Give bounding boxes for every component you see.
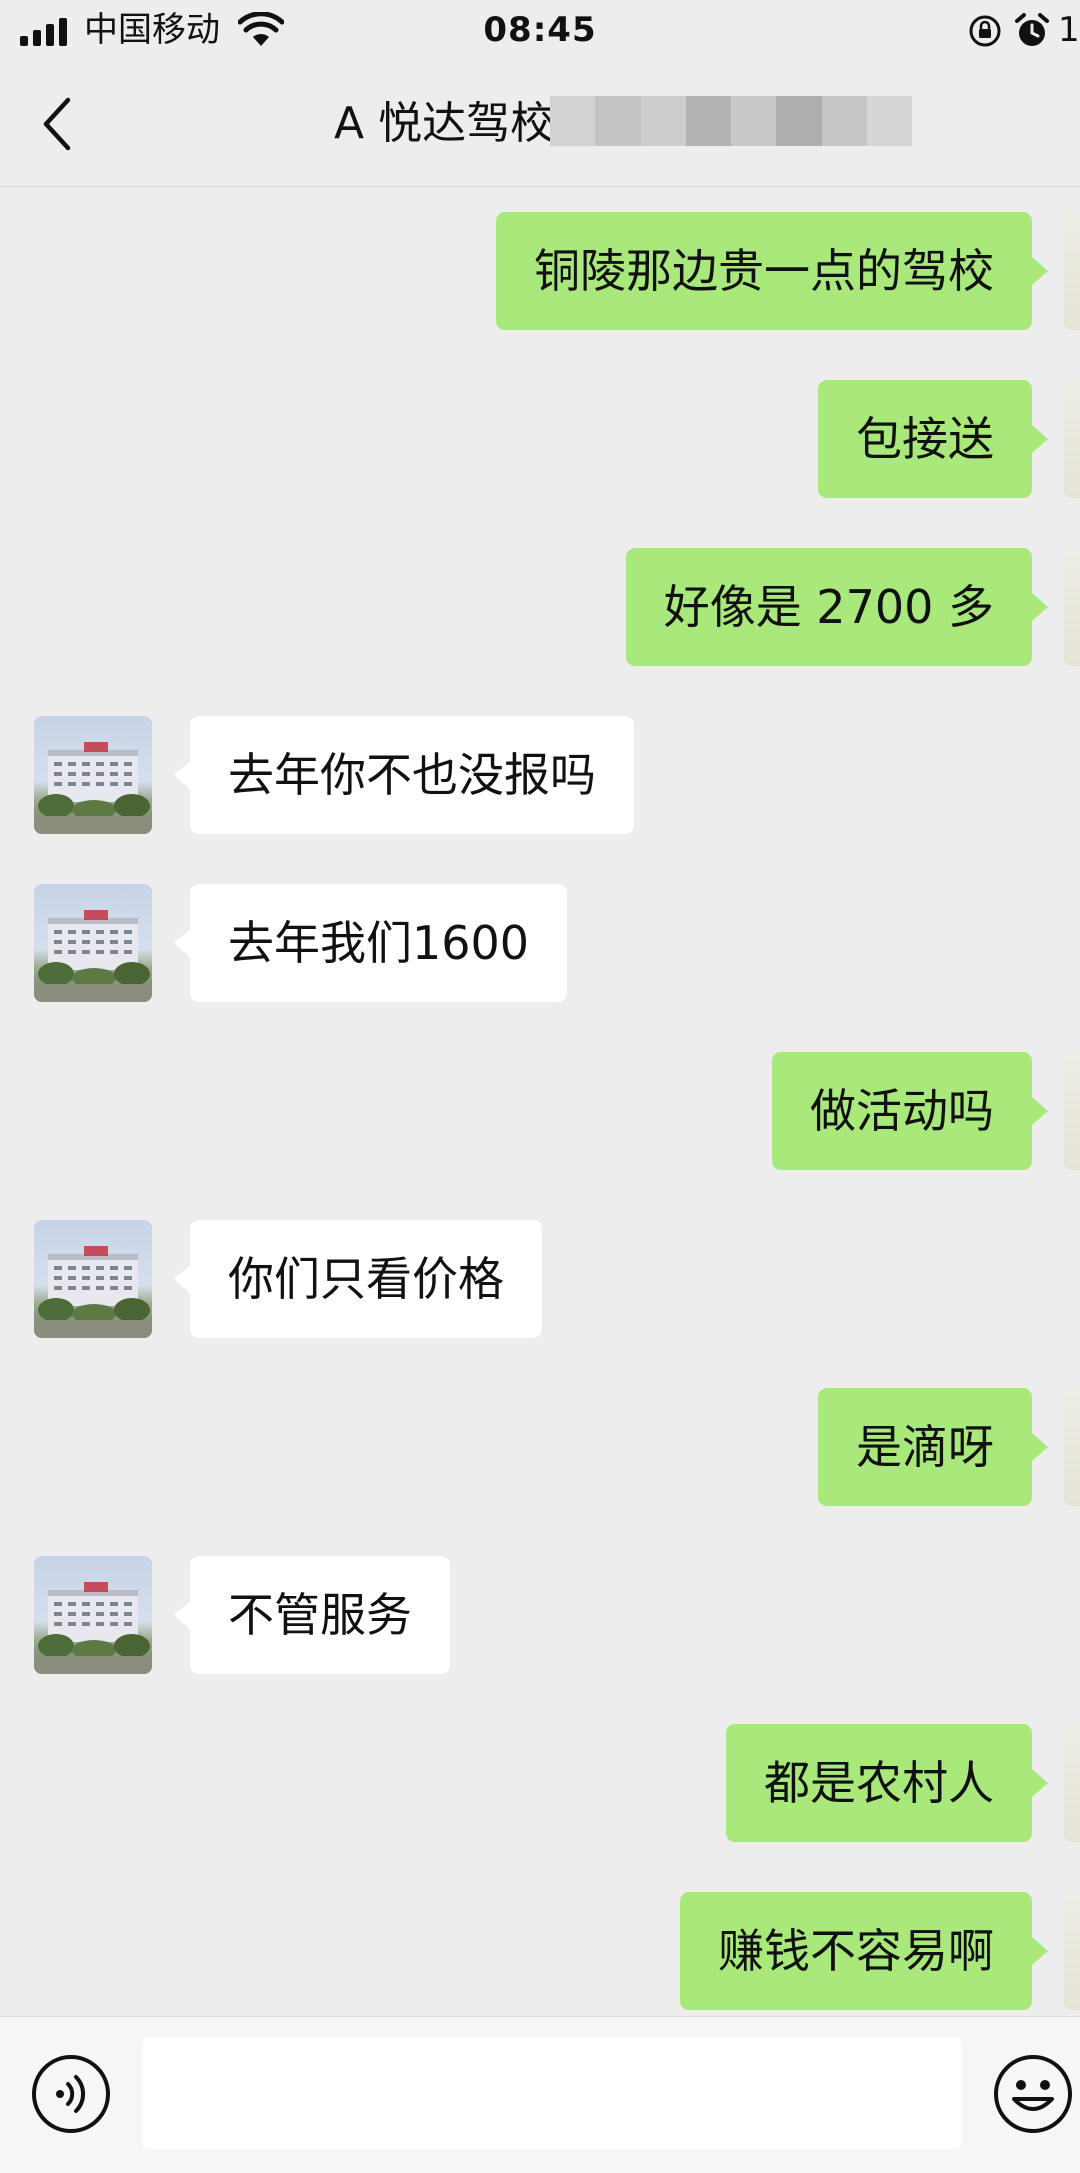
- my-avatar[interactable]: [1064, 1052, 1080, 1170]
- message-row: 好像是 2700 多: [0, 548, 1080, 666]
- avatar-building-image: [34, 1246, 152, 1338]
- battery-level: 16: [1058, 10, 1080, 50]
- my-avatar[interactable]: [1064, 1892, 1080, 2010]
- my-avatar[interactable]: [1064, 380, 1080, 498]
- message-row: 是滴呀: [0, 1388, 1080, 1506]
- contact-avatar[interactable]: [34, 716, 152, 834]
- message-input[interactable]: [142, 2037, 962, 2149]
- input-bar: [0, 2016, 1080, 2173]
- alarm-icon: [1015, 13, 1049, 46]
- back-button[interactable]: [36, 94, 86, 154]
- message-row: 做活动吗: [0, 1052, 1080, 1170]
- chat-title: A 悦达驾校: [334, 98, 555, 149]
- sent-message-bubble[interactable]: 做活动吗: [772, 1052, 1048, 1170]
- received-message-bubble[interactable]: 不管服务: [174, 1556, 450, 1674]
- message-row: 赚钱不容易啊: [0, 1892, 1080, 2010]
- message-row: 包接送: [0, 380, 1080, 498]
- my-avatar[interactable]: [1064, 548, 1080, 666]
- avatar-building-image: [34, 742, 152, 834]
- sent-message-bubble[interactable]: 铜陵那边贵一点的驾校: [496, 212, 1048, 330]
- sent-message-bubble[interactable]: 包接送: [818, 380, 1048, 498]
- emoji-button[interactable]: [992, 2053, 1074, 2135]
- redacted-title-area: [550, 96, 912, 146]
- contact-avatar[interactable]: [34, 1220, 152, 1338]
- status-bar: 中国移动 08:45 16: [0, 0, 1080, 62]
- sent-message-bubble[interactable]: 都是农村人: [726, 1724, 1048, 1842]
- avatar-building-image: [34, 1582, 152, 1674]
- contact-avatar[interactable]: [34, 1556, 152, 1674]
- received-message-bubble[interactable]: 你们只看价格: [174, 1220, 542, 1338]
- message-row: 不管服务: [0, 1556, 1080, 1674]
- avatar-building-image: [34, 910, 152, 1002]
- contact-avatar[interactable]: [34, 884, 152, 1002]
- my-avatar[interactable]: [1064, 1724, 1080, 1842]
- voice-button[interactable]: [30, 2053, 112, 2135]
- message-row: 都是农村人: [0, 1724, 1080, 1842]
- received-message-bubble[interactable]: 去年你不也没报吗: [174, 716, 634, 834]
- status-time: 08:45: [483, 10, 597, 50]
- received-message-bubble[interactable]: 去年我们1600: [173, 884, 568, 1002]
- sent-message-bubble[interactable]: 好像是 2700 多: [625, 548, 1049, 666]
- sent-message-bubble[interactable]: 是滴呀: [818, 1388, 1048, 1506]
- message-row: 你们只看价格: [0, 1220, 1080, 1338]
- rotation-lock-icon: [969, 15, 1001, 47]
- my-avatar[interactable]: [1064, 212, 1080, 330]
- sent-message-bubble[interactable]: 赚钱不容易啊: [680, 1892, 1048, 2010]
- message-row: 去年我们1600: [0, 884, 1080, 1002]
- message-row: 去年你不也没报吗: [0, 716, 1080, 834]
- chat-header: A 悦达驾校: [0, 62, 1080, 187]
- message-row: 铜陵那边贵一点的驾校: [0, 212, 1080, 330]
- my-avatar[interactable]: [1064, 1388, 1080, 1506]
